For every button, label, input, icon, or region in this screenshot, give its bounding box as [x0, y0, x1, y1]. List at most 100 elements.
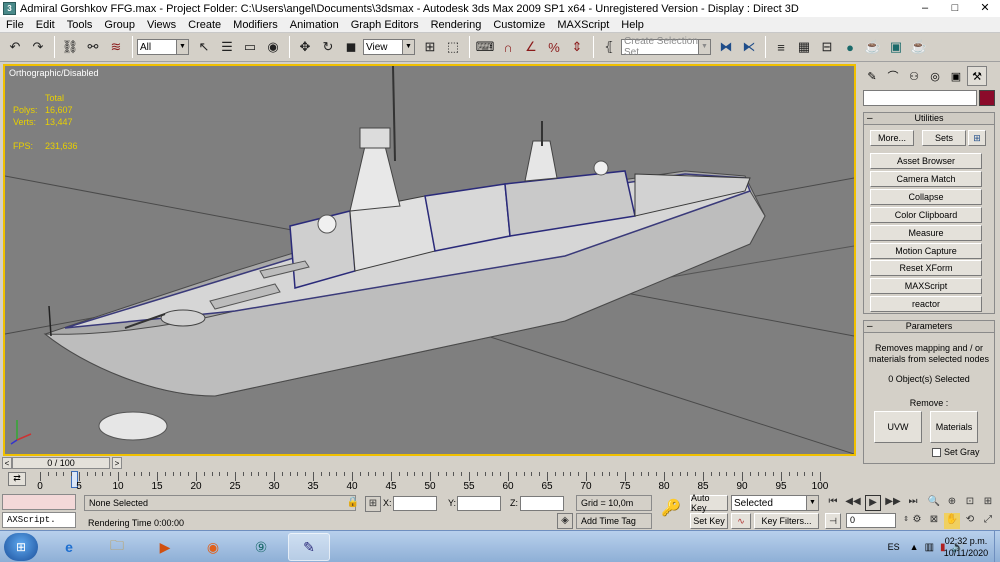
motion-tab-icon[interactable]: ◎	[925, 66, 945, 86]
maxscript-listener-mini[interactable]	[2, 494, 76, 510]
3dsmax-taskbar-icon[interactable]: ⑨	[240, 533, 282, 561]
collapse-button[interactable]: Collapse	[870, 189, 982, 205]
align-icon[interactable]: ⧔	[738, 36, 760, 58]
next-frame-icon[interactable]: >	[112, 457, 122, 469]
create-tab-icon[interactable]: ✎	[862, 66, 882, 86]
key-filters-button[interactable]: Key Filters...	[754, 513, 819, 529]
motion-capture-button[interactable]: Motion Capture	[870, 243, 982, 259]
key-mode-dropdown[interactable]: Selected ▼	[731, 495, 819, 511]
time-configuration-icon[interactable]: ⚙	[909, 513, 925, 529]
go-to-start-icon[interactable]: ⏮	[825, 495, 841, 511]
y-coordinate-field[interactable]	[457, 496, 501, 511]
set-gray-checkbox[interactable]	[932, 448, 941, 457]
window-crossing-icon[interactable]: ◉	[262, 36, 284, 58]
measure-button[interactable]: Measure	[870, 225, 982, 241]
utilities-tab-icon[interactable]: ⚒	[967, 66, 987, 86]
open-mini-curve-editor-icon[interactable]: ⇄	[8, 472, 26, 486]
maxscript-button[interactable]: MAXScript	[870, 278, 982, 294]
select-and-move-icon[interactable]: ✥	[294, 36, 316, 58]
select-and-scale-icon[interactable]: ◼	[340, 36, 362, 58]
hierarchy-tab-icon[interactable]: ⚇	[904, 66, 924, 86]
menu-group[interactable]: Group	[98, 17, 141, 33]
menu-maxscript[interactable]: MAXScript	[551, 17, 615, 33]
time-tag-icon[interactable]: ◈	[557, 513, 573, 529]
minimize-button[interactable]: –	[910, 0, 940, 17]
object-name-field[interactable]	[863, 90, 977, 106]
firefox-icon[interactable]: ◉	[192, 533, 234, 561]
menu-customize[interactable]: Customize	[487, 17, 551, 33]
selection-filter-dropdown[interactable]: All ▼	[137, 39, 189, 55]
menu-tools[interactable]: Tools	[61, 17, 99, 33]
remove-uvw-button[interactable]: UVW	[874, 411, 922, 443]
redo-icon[interactable]: ↷	[27, 36, 49, 58]
render-setup-icon[interactable]: ☕	[862, 36, 884, 58]
maximize-viewport-icon[interactable]: ⤢	[980, 513, 996, 529]
network-icon[interactable]: ▥	[925, 542, 934, 553]
language-indicator[interactable]: ES	[888, 542, 900, 552]
select-and-rotate-icon[interactable]: ↻	[317, 36, 339, 58]
quick-render-icon[interactable]: ☕	[908, 36, 930, 58]
material-editor-icon[interactable]: ●	[839, 36, 861, 58]
pivot-center-icon[interactable]: ⊞	[419, 36, 441, 58]
bind-to-space-warp-icon[interactable]: ≋	[105, 36, 127, 58]
color-clipboard-button[interactable]: Color Clipboard	[870, 207, 982, 223]
3dsmax-app-icon[interactable]: 3	[3, 2, 16, 15]
schematic-view-icon[interactable]: ⊟	[816, 36, 838, 58]
menu-graph-editors[interactable]: Graph Editors	[345, 17, 425, 33]
zoom-all-icon[interactable]: ⊕	[944, 495, 960, 511]
add-time-tag-button[interactable]: Add Time Tag	[576, 513, 652, 529]
unlink-selection-icon[interactable]: ⚯	[82, 36, 104, 58]
close-button[interactable]: ✕	[970, 0, 1000, 17]
snaps-toggle-icon[interactable]: ∩	[497, 36, 519, 58]
next-key-icon[interactable]: ▶▶	[885, 495, 901, 511]
asset-browser-button[interactable]: Asset Browser	[870, 153, 982, 169]
remove-materials-button[interactable]: Materials	[930, 411, 978, 443]
keyboard-shortcut-override-icon[interactable]: ⌨	[474, 36, 496, 58]
key-mode-toggle-icon[interactable]: ⊣	[825, 513, 841, 529]
auto-key-button[interactable]: Auto Key	[690, 493, 728, 513]
go-to-end-icon[interactable]: ⏭	[905, 495, 921, 511]
start-button-icon[interactable]: ⊞	[4, 533, 38, 561]
previous-frame-icon[interactable]: <	[2, 457, 12, 469]
rendered-frame-window-icon[interactable]: ▣	[885, 36, 907, 58]
time-slider-thumb[interactable]: 0 / 100	[12, 457, 110, 469]
menu-create[interactable]: Create	[182, 17, 227, 33]
zoom-extents-icon[interactable]: ⊡	[962, 495, 978, 511]
taskbar-clock[interactable]: 02:32 p.m. 10/11/2020	[940, 535, 992, 559]
show-hidden-icons-icon[interactable]: ▲	[910, 542, 919, 552]
select-and-manipulate-icon[interactable]: ⬚	[442, 36, 464, 58]
configure-button-sets-icon[interactable]: ⊞	[968, 130, 986, 146]
layer-manager-icon[interactable]: ≡	[770, 36, 792, 58]
sets-button[interactable]: Sets	[922, 130, 966, 146]
selection-lock-icon[interactable]: 🔒	[345, 496, 361, 512]
spinner-snap-icon[interactable]: ⇕	[566, 36, 588, 58]
menu-edit[interactable]: Edit	[30, 17, 61, 33]
select-and-link-icon[interactable]: ⛓	[59, 36, 81, 58]
play-icon[interactable]: ▶	[865, 495, 881, 511]
object-color-swatch[interactable]	[979, 90, 995, 106]
menu-views[interactable]: Views	[141, 17, 182, 33]
active-window-taskbar-icon[interactable]: ✎	[288, 533, 330, 561]
utilities-rollout-header[interactable]: – Utilities	[863, 112, 995, 125]
set-key-button[interactable]: Set Key	[690, 513, 728, 529]
percent-snap-icon[interactable]: %	[543, 36, 565, 58]
absolute-mode-icon[interactable]: ⊞	[365, 496, 381, 512]
current-frame-field[interactable]: 0	[846, 513, 896, 528]
maximize-button[interactable]: □	[940, 0, 970, 17]
reactor-button[interactable]: reactor	[870, 296, 982, 312]
menu-modifiers[interactable]: Modifiers	[227, 17, 284, 33]
curve-editor-icon[interactable]: ▦	[793, 36, 815, 58]
select-object-icon[interactable]: ↖	[193, 36, 215, 58]
previous-key-icon[interactable]: ◀◀	[845, 495, 861, 511]
x-coordinate-field[interactable]	[393, 496, 437, 511]
show-desktop-button[interactable]	[994, 531, 1000, 562]
parameters-rollout-header[interactable]: – Parameters	[863, 320, 995, 333]
menu-file[interactable]: File	[0, 17, 30, 33]
select-by-name-icon[interactable]: ☰	[216, 36, 238, 58]
display-tab-icon[interactable]: ▣	[946, 66, 966, 86]
default-in-out-tangents-icon[interactable]: ∿	[731, 513, 751, 529]
file-explorer-icon[interactable]: 🗀	[96, 533, 138, 561]
media-player-icon[interactable]: ▶	[144, 533, 186, 561]
menu-help[interactable]: Help	[615, 17, 650, 33]
reference-coordinate-dropdown[interactable]: View ▼	[363, 39, 415, 55]
